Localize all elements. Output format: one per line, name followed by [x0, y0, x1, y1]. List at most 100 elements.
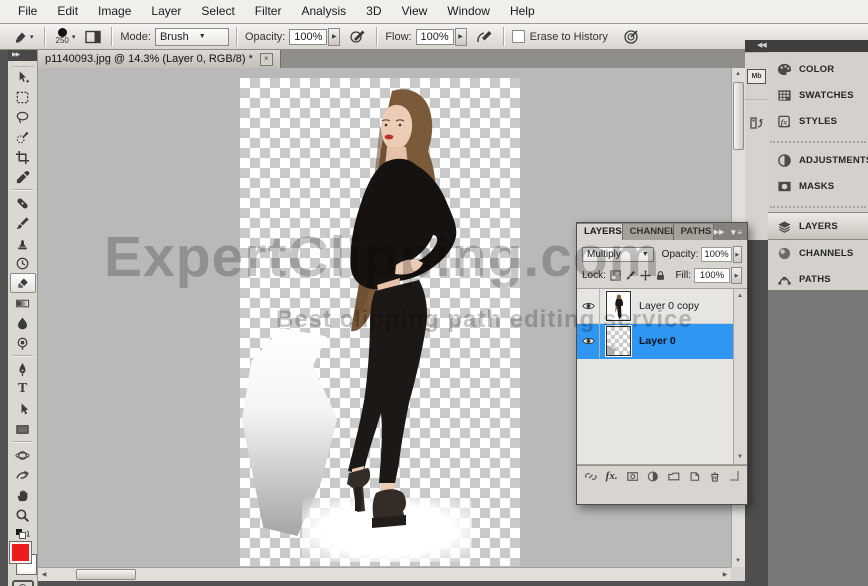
tool-gradient[interactable]	[10, 293, 36, 313]
menu-layer[interactable]: Layer	[141, 0, 191, 23]
link-layers-icon[interactable]	[585, 470, 597, 483]
visibility-toggle[interactable]	[577, 324, 600, 358]
toggle-brush-panel-button[interactable]	[82, 29, 104, 45]
layer-name[interactable]: Layer 0	[639, 335, 676, 347]
menu-help[interactable]: Help	[500, 0, 545, 23]
add-layer-mask-icon[interactable]	[627, 470, 639, 483]
tool-zoom[interactable]	[10, 505, 36, 525]
tool-quick-selection[interactable]	[10, 127, 36, 147]
menu-edit[interactable]: Edit	[47, 0, 88, 23]
tool-clone-stamp[interactable]	[10, 233, 36, 253]
vertical-scroll-thumb[interactable]	[733, 82, 744, 150]
panel-button-styles[interactable]: fx STYLES	[768, 108, 868, 134]
airbrush-toggle-button[interactable]	[473, 28, 496, 45]
lock-paint-icon[interactable]	[625, 270, 636, 281]
layer-thumbnail[interactable]	[606, 291, 631, 321]
panel-button-masks[interactable]: MASKS	[768, 173, 868, 199]
tool-lasso[interactable]	[10, 107, 36, 127]
flow-slider-button[interactable]: ▶	[455, 28, 467, 46]
menu-filter[interactable]: Filter	[245, 0, 292, 23]
layer-row-layer-0-copy[interactable]: Layer 0 copy	[577, 289, 747, 324]
blend-mode-select[interactable]: Multiply ▼	[582, 247, 654, 262]
mode-select[interactable]: Brush ▼	[155, 28, 229, 46]
tool-crop[interactable]	[10, 147, 36, 167]
scroll-up-icon[interactable]: ▲	[734, 290, 746, 302]
horizontal-scrollbar[interactable]: ◀ ▶	[38, 567, 731, 581]
panel-collapse-icon[interactable]: ▶▶	[714, 228, 725, 236]
brush-preset-picker[interactable]: 250 ▾	[53, 27, 79, 46]
panel-button-swatches[interactable]: SWATCHES	[768, 82, 868, 108]
layer-style-icon[interactable]: fx.	[606, 470, 618, 482]
menu-window[interactable]: Window	[437, 0, 500, 23]
panel-button-adjustments[interactable]: ADJUSTMENTS	[768, 147, 868, 173]
scroll-right-icon[interactable]: ▶	[719, 568, 731, 580]
tool-rectangular-marquee[interactable]	[10, 87, 36, 107]
new-group-icon[interactable]	[668, 470, 680, 483]
menu-file[interactable]: File	[8, 0, 47, 23]
panel-button-paths[interactable]: PATHS	[768, 266, 868, 292]
tool-move[interactable]	[10, 67, 36, 87]
close-icon[interactable]: ×	[260, 53, 273, 66]
lock-position-icon[interactable]	[640, 270, 651, 281]
tool-eyedropper[interactable]	[10, 167, 36, 187]
panel-button-channels[interactable]: CHANNELS	[768, 240, 868, 266]
tool-3d-orbit[interactable]	[10, 465, 36, 485]
menu-select[interactable]: Select	[191, 0, 244, 23]
tool-type[interactable]: T	[10, 379, 36, 399]
foreground-color-swatch[interactable]	[10, 542, 31, 563]
opacity-slider-button[interactable]: ▶	[328, 28, 340, 46]
tab-channels[interactable]: CHANNELS	[623, 224, 674, 240]
panel-button-color[interactable]: COLOR	[768, 56, 868, 82]
opacity-input[interactable]: 100%	[289, 29, 327, 45]
panel-resize-grip[interactable]	[730, 471, 739, 481]
horizontal-scroll-thumb[interactable]	[76, 569, 136, 580]
adjustment-layer-icon[interactable]	[647, 470, 659, 483]
tool-rectangle[interactable]	[10, 419, 36, 439]
quick-mask-button[interactable]	[12, 580, 34, 586]
tool-eraser[interactable]	[10, 273, 36, 293]
flow-input[interactable]: 100%	[416, 29, 454, 45]
layer-opacity-slider-button[interactable]: ▶	[733, 246, 742, 263]
erase-to-history-checkbox[interactable]	[512, 30, 525, 43]
menu-3d[interactable]: 3D	[356, 0, 391, 23]
tab-layers[interactable]: LAYERS	[577, 224, 623, 240]
tablet-pressure-button[interactable]	[620, 28, 643, 45]
tool-dodge[interactable]	[10, 333, 36, 353]
tool-path-selection[interactable]	[10, 399, 36, 419]
new-layer-icon[interactable]	[689, 470, 701, 483]
delete-layer-icon[interactable]	[709, 470, 721, 483]
layer-row-layer-0[interactable]: Layer 0	[577, 324, 747, 359]
layer-fill-slider-button[interactable]: ▶	[731, 267, 742, 284]
layer-name[interactable]: Layer 0 copy	[639, 300, 699, 312]
tools-panel-collapse-button[interactable]: ▶▶	[8, 50, 37, 61]
tool-hand[interactable]	[10, 485, 36, 505]
scroll-left-icon[interactable]: ◀	[38, 568, 50, 580]
tool-history-brush[interactable]	[10, 253, 36, 273]
lock-all-icon[interactable]	[655, 270, 666, 281]
tool-spot-healing-brush[interactable]	[10, 193, 36, 213]
tool-blur[interactable]	[10, 313, 36, 333]
default-colors-icon[interactable]	[15, 527, 31, 539]
layer-fill-input[interactable]: 100%	[694, 268, 730, 283]
lock-transparency-icon[interactable]	[610, 270, 621, 281]
scroll-down-icon[interactable]: ▼	[732, 555, 744, 567]
layer-thumbnail[interactable]	[606, 326, 631, 356]
tool-3d-rotate[interactable]	[10, 445, 36, 465]
image-artboard[interactable]	[240, 78, 520, 566]
tool-pen[interactable]	[10, 359, 36, 379]
menu-image[interactable]: Image	[88, 0, 141, 23]
panel-menu-icon[interactable]: ▼≡	[729, 228, 742, 237]
dock-collapse-button[interactable]: ◀◀	[745, 40, 868, 52]
panel-button-layers[interactable]: LAYERS	[768, 212, 868, 240]
visibility-toggle[interactable]	[577, 289, 600, 323]
tablet-opacity-button[interactable]	[346, 28, 369, 45]
menu-view[interactable]: View	[391, 0, 437, 23]
tool-brush[interactable]	[10, 213, 36, 233]
document-tab[interactable]: p1140093.jpg @ 14.3% (Layer 0, RGB/8) * …	[38, 50, 281, 68]
layer-opacity-input[interactable]: 100%	[701, 247, 731, 262]
layers-scrollbar[interactable]: ▲ ▼	[733, 289, 747, 464]
scroll-up-icon[interactable]: ▲	[732, 68, 744, 80]
tab-paths[interactable]: PATHS	[674, 224, 714, 240]
mini-bridge-button[interactable]: Mb	[745, 52, 768, 99]
scroll-down-icon[interactable]: ▼	[734, 451, 746, 463]
